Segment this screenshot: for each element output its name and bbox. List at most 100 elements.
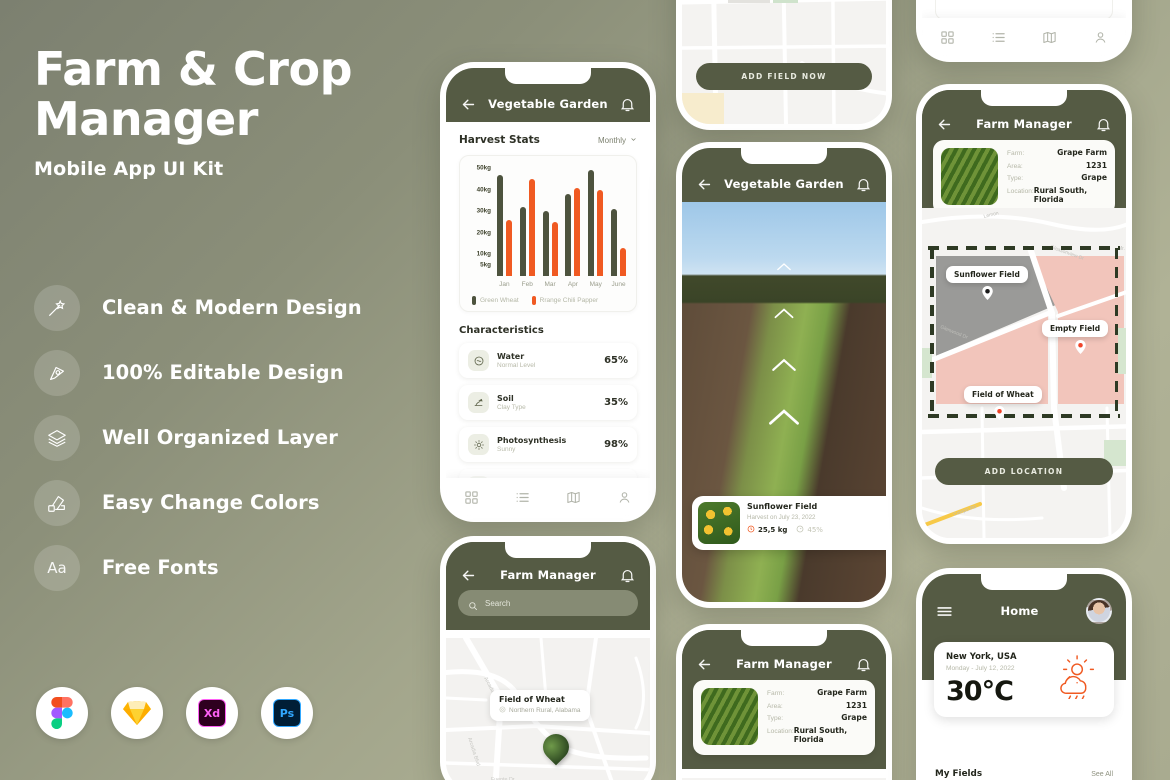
chart-x-label: Apr [567,281,578,288]
legend-label: Rrange Chili Papper [539,297,599,304]
magic-wand-icon [34,284,80,331]
chart-bar-group [611,164,627,276]
back-arrow-icon[interactable] [460,96,477,113]
range-dropdown[interactable]: Monthly [598,136,637,145]
farm-info-card[interactable]: Farm: Grape Farm Area: 1231 Type: Grape … [933,140,1115,215]
map-canvas[interactable]: Arcadia Ave Arcadia Blvd Fuente Dr Fu Fi… [446,638,650,780]
chart-y-axis: 50kg 40kg 30kg 20kg 10kg 5kg [466,164,493,276]
appbar-title: Vegetable Garden [724,177,844,191]
characteristic-row-water[interactable]: Water Normal Level 65% [459,343,637,378]
field-percent-stat: 45% [796,525,823,535]
add-location-button[interactable]: ADD LOCATION [935,458,1113,485]
field-card-sunflower[interactable]: Sunflower Field Harvest on July 23, 2022… [692,496,886,550]
info-key: Location: [1007,187,1034,195]
back-arrow-icon[interactable] [696,176,713,193]
back-arrow-icon[interactable] [696,656,713,673]
back-arrow-icon[interactable] [936,116,953,133]
map-label-sunflower-field[interactable]: Sunflower Field [946,266,1028,283]
bell-icon[interactable] [1095,116,1112,133]
chart-legend-item: Green Wheat [472,296,519,305]
section-title: Harvest Stats [459,134,540,146]
map-label-field-of-wheat[interactable]: Field of Wheat [964,386,1042,403]
chart-y-tick: 5kg [480,261,491,269]
add-field-now-button[interactable]: ADD FIELD NOW [696,63,872,90]
info-row: Area: 1231 [1007,161,1107,170]
phone-notch [741,630,827,646]
phone-mockup-harvest-stats: Vegetable Garden Harvest Stats Monthly 5… [440,62,656,522]
avatar[interactable] [1086,598,1112,624]
see-all-link[interactable]: See All [1091,771,1113,778]
map-icon[interactable] [1042,30,1057,45]
chevron-up-icon[interactable] [771,357,798,372]
map-icon[interactable] [566,490,581,505]
grid-icon[interactable] [464,490,479,505]
list-item[interactable] [935,0,1113,20]
info-key: Farm: [1007,150,1025,157]
legend-swatch [472,296,476,305]
chart-bar [588,170,595,276]
phone-notch [981,574,1067,590]
photoshop-icon: Ps [261,687,313,739]
bell-icon[interactable] [855,656,872,673]
characteristic-row-soil[interactable]: Soil Clay Type 35% [459,385,637,420]
chart-bar [565,194,572,276]
phone-notch [505,68,591,84]
farm-detail-header: Farm Manager Farm: Grape Farm Area: 1231 [682,630,886,769]
map-pin-empty[interactable] [1075,340,1086,354]
person-icon[interactable] [617,490,632,505]
appbar-title: Farm Manager [500,568,596,582]
weather-temperature: 30°C [946,676,1014,707]
chevron-up-icon[interactable] [767,407,801,426]
chart-bar [528,179,535,276]
weight-clock-icon [747,525,755,535]
field-card-text: Sunflower Field Harvest on July 23, 2022… [747,502,886,544]
characteristic-sub: Normal Level [497,362,536,369]
chart-x-label: Mar [544,281,556,288]
feature-item-free-fonts: Aa Free Fonts [34,535,424,600]
chart-bar-group [588,164,604,276]
chart-x-label: Feb [521,281,533,288]
map-chip-title: Field of Wheat [499,695,565,704]
chart-bar [620,248,627,276]
hamburger-menu-icon[interactable] [936,603,953,620]
search-input[interactable]: Search [458,590,638,616]
typography-icon: Aa [34,544,80,591]
map-field-chip[interactable]: Field of Wheat Northern Rural, Alabama [490,690,590,721]
map-canvas[interactable]: Arcad ADD FIELD NOW [682,0,886,124]
field-card-stats: 25,5 kg 45% [747,525,886,535]
info-key: Type: [767,715,784,722]
map-pin-sunflower[interactable] [982,286,993,300]
farm-info-card[interactable]: Farm: Grape Farm Area: 1231 Type: Grape … [693,680,875,755]
back-arrow-icon[interactable] [460,567,477,584]
appbar-title: Vegetable Garden [488,97,608,111]
bell-icon[interactable] [855,176,872,193]
phone-notch [981,90,1067,106]
harvest-section-head: Harvest Stats Monthly [459,134,637,146]
map-label-empty-field[interactable]: Empty Field [1042,320,1109,337]
feature-label: Clean & Modern Design [102,296,362,319]
list-icon[interactable] [991,30,1006,45]
characteristic-row-photosynthesis[interactable]: Photosynthesis Sunny 98% [459,427,637,462]
bell-icon[interactable] [619,96,636,113]
map-pin-wheat[interactable] [994,406,1005,420]
list-icon[interactable] [515,490,530,505]
chevron-up-icon[interactable] [777,262,792,271]
chart-y-tick: 20kg [476,229,491,237]
chart-y-tick: 10kg [476,250,491,258]
adobe-xd-label: Xd [198,699,226,727]
characteristic-name: Water [497,352,525,361]
screen-garden-gallery: Vegetable Garden Sunflower Field Harvest… [682,148,886,602]
chart-bars-area [493,164,630,276]
bell-icon[interactable] [619,567,636,584]
weather-card[interactable]: New York, USA Monday - July 12, 2022 30°… [934,642,1114,717]
map-canvas[interactable]: Lemon Mr. Gleasonview Dr Glenwood Dr Cam… [922,208,1126,538]
location-pin-icon [499,706,506,715]
chevron-up-icon[interactable] [774,307,795,319]
grid-icon[interactable] [940,30,955,45]
feature-label: Easy Change Colors [102,491,320,514]
screen-farm-search: Farm Manager Search Arcadia Ave Arcadia … [446,542,650,780]
chart-bar [597,189,604,276]
feature-list: Clean & Modern Design 100% Editable Desi… [34,275,424,600]
feature-label: Well Organized Layer [102,426,338,449]
person-icon[interactable] [1093,30,1108,45]
